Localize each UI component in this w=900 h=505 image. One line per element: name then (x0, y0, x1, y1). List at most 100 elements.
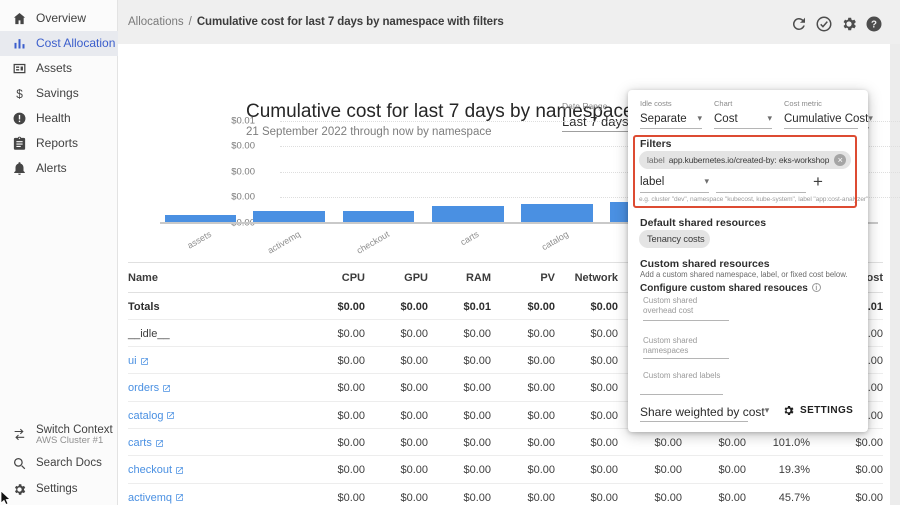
chart-bar-activemq[interactable] (253, 211, 325, 222)
sidebar-item-reports[interactable]: Reports (0, 131, 118, 156)
table-cell: $0.00 (485, 464, 555, 476)
chart-xtick-label: catalog (540, 229, 570, 252)
sidebar-item-label: Reports (36, 131, 78, 156)
gear-button[interactable] (840, 15, 858, 33)
external-link-icon (175, 493, 184, 502)
idle-costs-label: Idle costs (640, 99, 702, 108)
chart-bar-carts[interactable] (432, 206, 504, 222)
chevron-down-icon: ▾ (704, 176, 709, 188)
table-row-name-activemq[interactable]: activemq (128, 492, 308, 504)
sidebar-item-search-docs[interactable]: Search Docs (0, 451, 118, 476)
table-header-pv[interactable]: PV (485, 272, 555, 284)
table-cell: $0.00 (421, 355, 491, 367)
sidebar-item-overview[interactable]: Overview (0, 6, 118, 31)
sidebar-item-sublabel: AWS Cluster #1 (36, 435, 103, 446)
table-row-name-ui[interactable]: ui (128, 355, 308, 367)
check-circle-button[interactable] (815, 15, 833, 33)
table-header-cpu[interactable]: CPU (295, 272, 365, 284)
chart-bar-assets[interactable] (165, 215, 237, 222)
chart-bar-catalog[interactable] (521, 204, 593, 222)
sidebar-item-label: Alerts (36, 156, 67, 181)
external-link-icon (162, 384, 171, 393)
assets-icon (12, 61, 27, 76)
table-cell: $0.00 (295, 328, 365, 340)
configure-custom-shared-heading: Configure custom shared resoucesi (640, 283, 821, 294)
filter-type-select[interactable]: label▾ (640, 176, 709, 188)
table-header-name[interactable]: Name (128, 272, 288, 284)
switch-icon (12, 427, 27, 442)
add-filter-button[interactable]: + (813, 172, 823, 192)
chevron-down-icon: ▾ (697, 113, 702, 125)
filter-chip-remove-icon[interactable]: × (834, 154, 846, 166)
table-cell: $0.00 (676, 437, 746, 449)
table-cell: $0.00 (612, 464, 682, 476)
sidebar-item-assets[interactable]: Assets (0, 56, 118, 81)
custom-overhead-cost-input[interactable] (643, 320, 729, 321)
sidebar-item-health[interactable]: Health (0, 106, 118, 131)
chart-xtick-label: checkout (355, 229, 391, 256)
share-weighted-select[interactable]: Share weighted by cost▾ (640, 405, 748, 419)
custom-labels-label: Custom shared labels (643, 371, 733, 381)
external-link-icon (166, 411, 175, 420)
table-row-name-idle: __idle__ (128, 328, 308, 340)
table-cell: $0.00 (485, 328, 555, 340)
filter-value-underline (716, 192, 806, 193)
chart-type-select[interactable]: Cost▾ (714, 113, 772, 125)
breadcrumb-allocations-link[interactable]: Allocations (128, 16, 184, 28)
table-row-name-catalog[interactable]: catalog (128, 410, 308, 422)
tenancy-costs-chip[interactable]: Tenancy costs (639, 230, 710, 248)
chart-ytick-label: $0.01 (209, 116, 255, 127)
gear-icon (12, 482, 27, 497)
help-button[interactable]: ? (865, 15, 883, 33)
page-gutter (890, 44, 900, 505)
sidebar-item-switch-context[interactable]: Switch ContextAWS Cluster #1 (0, 419, 118, 449)
table-row-name-checkout[interactable]: checkout (128, 464, 308, 476)
custom-namespaces-label: Custom shared namespaces (643, 336, 701, 357)
table-header-network[interactable]: Network (548, 272, 618, 284)
table-cell: $0.00 (421, 410, 491, 422)
table-cell: $0.00 (295, 437, 365, 449)
table-cell: $0.00 (548, 410, 618, 422)
sidebar-item-alerts[interactable]: Alerts (0, 156, 118, 181)
sidebar-item-label: Cost Allocation (36, 31, 115, 56)
idle-costs-select[interactable]: Separate▾ (640, 113, 702, 125)
cost-metric-select[interactable]: Cumulative Cost▾ (784, 113, 858, 125)
idle-costs-underline (640, 128, 702, 129)
filter-value-input[interactable] (716, 179, 806, 191)
panel-settings-button[interactable]: SETTINGS (782, 404, 853, 417)
table-cell: $0.00 (295, 355, 365, 367)
table-cell: $0.00 (548, 355, 618, 367)
table-header-gpu[interactable]: GPU (358, 272, 428, 284)
table-cell: $0.00 (358, 410, 428, 422)
custom-namespaces-input[interactable] (643, 358, 729, 359)
table-cell: 101.0% (740, 437, 810, 449)
chart-bar-checkout[interactable] (343, 211, 415, 222)
table-cell: $0.00 (421, 437, 491, 449)
custom-labels-input[interactable] (640, 394, 723, 395)
refresh-icon (790, 15, 808, 33)
sidebar-item-savings[interactable]: $Savings (0, 81, 118, 106)
health-icon (12, 111, 27, 126)
sidebar-item-cost-allocation[interactable]: Cost Allocation (0, 31, 118, 56)
bell-icon (12, 161, 27, 176)
sidebar-item-settings[interactable]: Settings (0, 477, 118, 502)
search-icon (12, 456, 27, 471)
gear-icon (782, 404, 795, 417)
table-cell: $0.00 (612, 492, 682, 504)
table-cell: $0.00 (421, 464, 491, 476)
gear-icon (840, 15, 858, 33)
table-cell: $0.00 (295, 492, 365, 504)
table-cell: $0.00 (358, 328, 428, 340)
table-cell: $0.00 (813, 464, 883, 476)
table-row-name-carts[interactable]: carts (128, 437, 308, 449)
breadcrumb-separator: / (184, 16, 197, 28)
external-link-icon (175, 466, 184, 475)
filters-heading: Filters (640, 138, 672, 150)
table-row-name-orders[interactable]: orders (128, 382, 308, 394)
refresh-button[interactable] (790, 15, 808, 33)
table-cell: $0.00 (676, 492, 746, 504)
table-header-ram[interactable]: RAM (421, 272, 491, 284)
table-cell: $0.00 (813, 437, 883, 449)
chart-type-underline (714, 128, 772, 129)
cost-metric-underline (784, 128, 858, 129)
